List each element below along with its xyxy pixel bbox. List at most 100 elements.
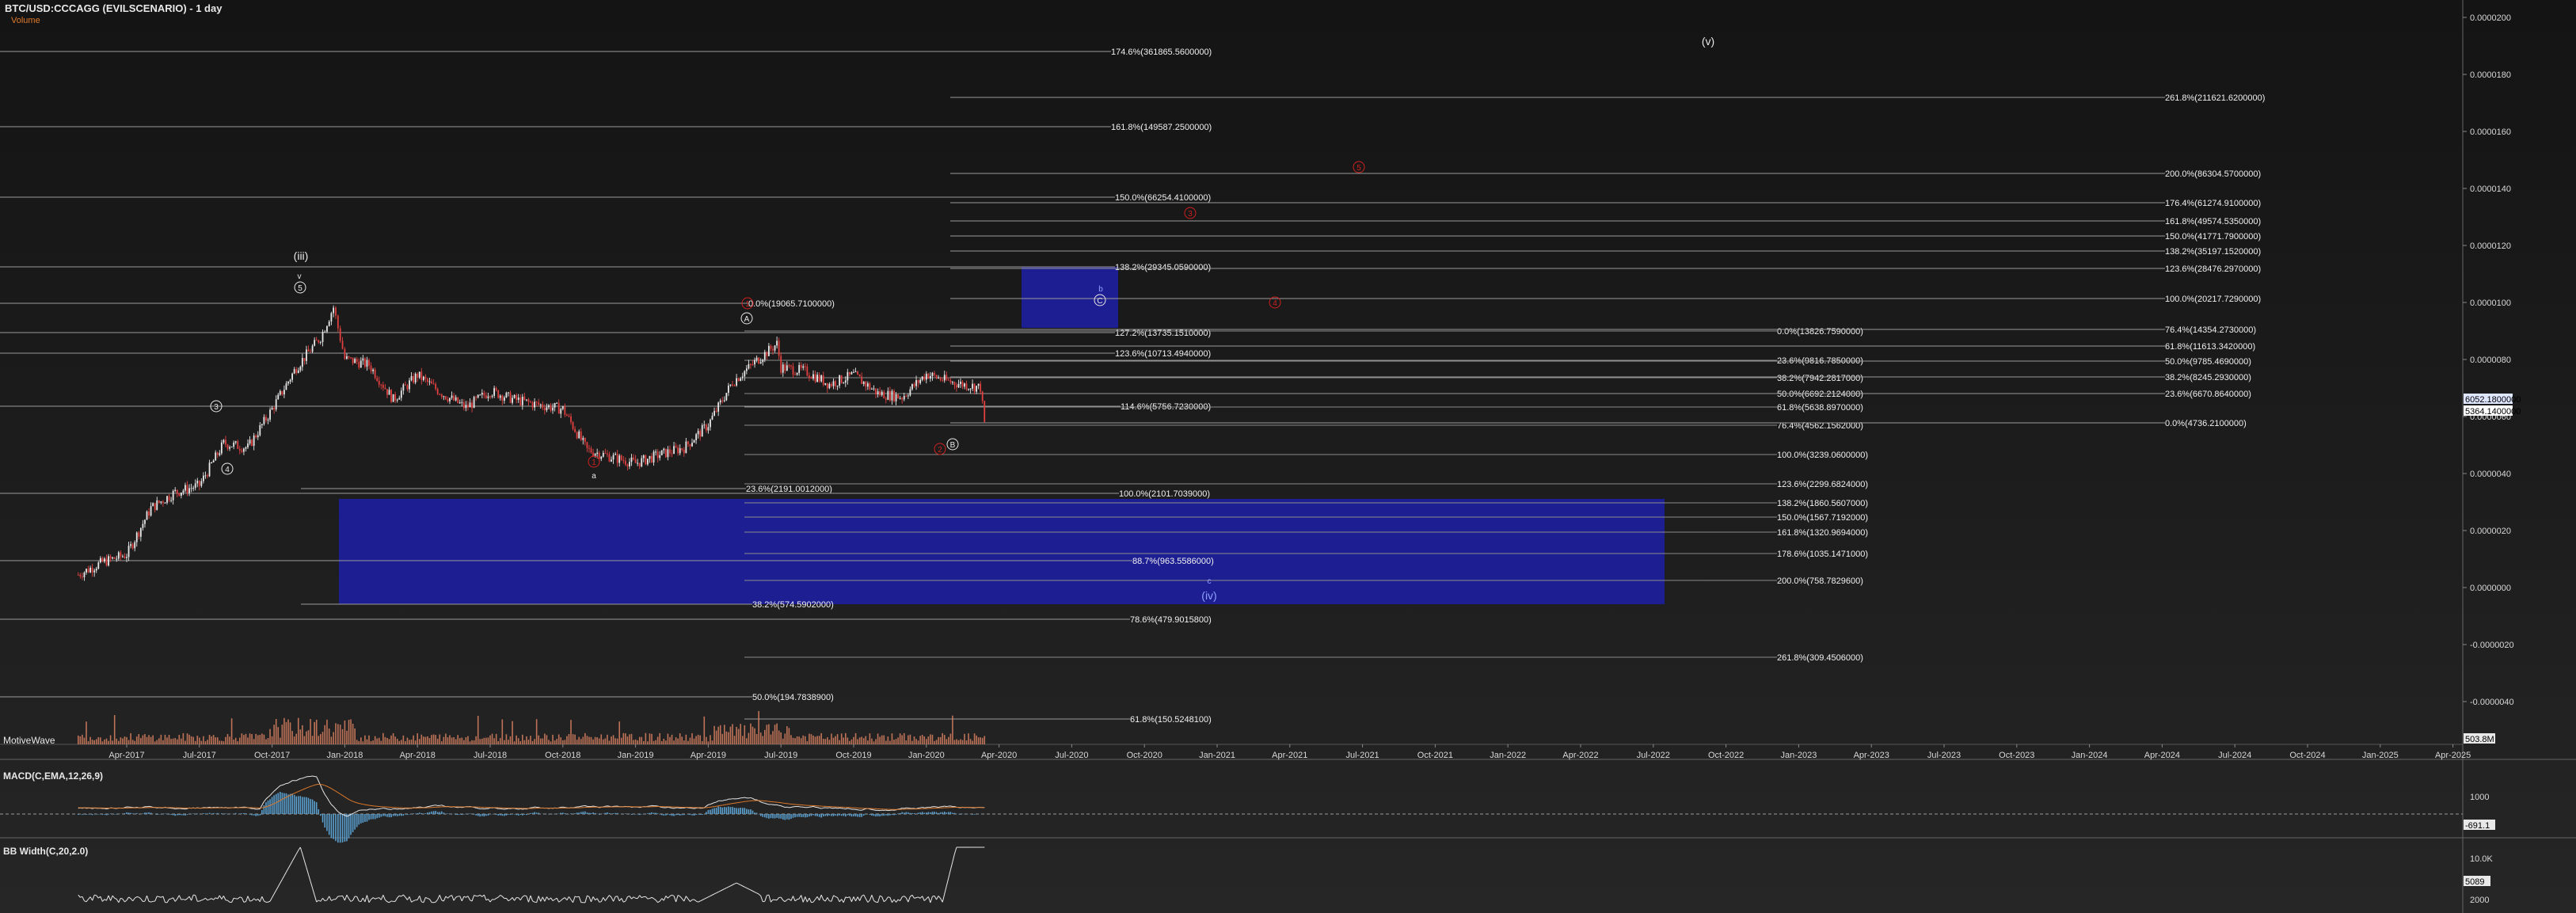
candle-body [333, 307, 335, 314]
volume-bar [174, 738, 176, 744]
macd-line-seg [522, 808, 525, 810]
volume-bar [522, 734, 523, 744]
bbw-line-seg [566, 896, 569, 901]
candle-body [372, 369, 374, 371]
volume-bar [897, 737, 899, 744]
candle-body [972, 383, 973, 389]
candle-body [750, 363, 751, 365]
candle-body [497, 390, 500, 398]
macd-line-seg [922, 806, 925, 808]
volume-bar [461, 737, 463, 744]
candle-body [947, 379, 949, 381]
candle-body [526, 399, 527, 401]
signal-line-seg [359, 803, 361, 805]
fib-label-right: 38.2%(8245.2930000) [2165, 373, 2251, 382]
signal-line-seg [264, 806, 267, 808]
bbw-line-seg [185, 898, 188, 900]
volume-bar [148, 735, 150, 744]
volume-bar [436, 738, 439, 744]
candle-body [82, 576, 83, 578]
candle-body [642, 455, 645, 458]
macd-line-seg [752, 797, 755, 801]
bbw-line-seg [467, 896, 470, 900]
volume-bar [717, 726, 719, 744]
bbw-line-seg [651, 896, 654, 900]
candle-body [802, 366, 805, 368]
candle-body [170, 500, 172, 501]
candle-body [271, 407, 273, 410]
candle-body [580, 431, 582, 440]
candle-body [142, 523, 144, 528]
bbw-line-seg [463, 896, 466, 898]
x-tick-label: Jul-2019 [764, 751, 797, 760]
x-tick-label: Oct-2023 [1999, 751, 2034, 760]
chart-canvas[interactable]: 0.00002000.00001800.00001600.00001400.00… [0, 0, 2576, 913]
volume-bar [697, 734, 699, 744]
volume-bar [948, 736, 949, 744]
macd-line-seg [320, 785, 323, 791]
macd-line-seg [282, 784, 285, 786]
candle-body [917, 380, 919, 383]
candle-body [754, 359, 755, 365]
signal-line-seg [356, 802, 360, 805]
candle-body [156, 500, 158, 510]
x-tick-label: Oct-2017 [254, 751, 290, 760]
fib-label-right: 261.8%(211621.6200000) [2165, 93, 2265, 103]
volume-bar [534, 739, 535, 744]
bbw-line-seg [346, 894, 349, 900]
fib-label-left: 88.7%(963.5586000) [1132, 557, 1214, 566]
candle-body [97, 562, 100, 569]
bbw-line-seg [857, 896, 861, 901]
bbw-line-seg [413, 900, 416, 902]
candle-body [576, 432, 578, 439]
bbw-line-seg [478, 894, 481, 897]
bbw-line-seg [782, 900, 786, 903]
candle-body [554, 402, 556, 408]
volume-bar [839, 740, 840, 744]
candle-body [938, 377, 939, 379]
bbw-line-seg [889, 897, 892, 903]
bbw-line-seg [417, 896, 420, 900]
bbw-line-seg [96, 895, 99, 899]
volume-bar [939, 736, 942, 744]
macd-line-seg [375, 808, 378, 810]
candle-body [301, 358, 303, 367]
bbw-line-seg [934, 896, 937, 900]
bbw-line-seg [112, 895, 116, 899]
bbw-line-seg [930, 896, 933, 903]
macd-line-seg [272, 790, 275, 794]
candle-body [459, 402, 461, 404]
volume-bar [447, 737, 449, 744]
bbw-line-seg [382, 895, 386, 900]
signal-line-seg [304, 787, 307, 789]
candle-body [673, 446, 675, 454]
volume-bar [423, 736, 424, 744]
fib-label-right: 0.0%(4736.2100000) [2165, 419, 2247, 428]
candle-body [701, 425, 703, 437]
bbw-line-seg [853, 896, 857, 902]
bbw-line-seg [508, 899, 511, 902]
signal-line-seg [314, 784, 317, 786]
volume-bar [835, 736, 836, 744]
volume-bar [843, 737, 845, 744]
volume-bar [108, 740, 109, 744]
signal-line-seg [348, 799, 352, 801]
candle-body [885, 398, 887, 400]
macd-line-seg [726, 798, 729, 801]
signal-line-seg [360, 803, 363, 805]
fib-label-mid: 61.8%(5638.8970000) [1777, 403, 1863, 413]
wave-label: 3 [214, 403, 219, 412]
volume-bar [600, 734, 603, 744]
volume-bar [499, 738, 501, 744]
volume-bar [93, 740, 95, 744]
volume-bar [328, 728, 330, 744]
macd-line-seg [712, 802, 715, 805]
macd-line-seg [269, 793, 272, 796]
macd-line-seg [750, 797, 753, 799]
volume-bar [207, 740, 208, 744]
bbw-line-seg [915, 896, 919, 899]
signal-line-seg [291, 793, 295, 795]
bbw-line-seg [849, 896, 852, 903]
candle-body [953, 382, 956, 386]
volume-bar [934, 740, 935, 744]
